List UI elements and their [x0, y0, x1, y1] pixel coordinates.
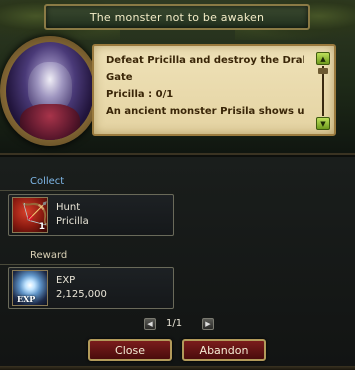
description-line: Pricilla : 0/1: [106, 89, 174, 100]
collect-item[interactable]: 🏹 1 Hunt Pricilla: [8, 194, 174, 236]
scroll-down-arrow-icon[interactable]: ▼: [316, 117, 330, 130]
monster-portrait-icon: [6, 42, 94, 140]
frame-bottom-edge: [0, 366, 355, 370]
collect-item-text: Hunt Pricilla: [56, 201, 89, 229]
exp-icon-label: EXP: [17, 294, 36, 304]
title-bar: The monster not to be awaken: [44, 4, 310, 30]
quest-details-panel: Collect 🏹 1 Hunt Pricilla Reward EXP EXP…: [0, 157, 355, 370]
next-page-arrow-icon[interactable]: ▶: [202, 318, 214, 330]
scroll-up-arrow-icon[interactable]: ▲: [316, 52, 330, 65]
description-line: An ancient monster Prisila shows up at: [106, 106, 304, 117]
prev-page-arrow-icon[interactable]: ◀: [144, 318, 156, 330]
exp-icon: EXP: [12, 270, 48, 306]
pager: ◀ 1/1 ▶: [0, 318, 355, 332]
description-scrollbar[interactable]: ▲ ▼: [316, 52, 330, 130]
quest-banner: The monster not to be awaken Defeat Pric…: [0, 0, 355, 155]
collect-item-target: Pricilla: [56, 216, 89, 227]
reward-item-text: EXP 2,125,000: [56, 274, 107, 302]
close-button[interactable]: Close: [88, 339, 172, 361]
description-line: Defeat Pricilla and destroy the Draki: [106, 55, 304, 66]
reward-item-type: EXP: [56, 275, 76, 286]
abandon-button[interactable]: Abandon: [182, 339, 266, 361]
hunt-icon: 🏹 1: [12, 197, 48, 233]
collect-item-type: Hunt: [56, 202, 81, 213]
portrait-frame: [0, 36, 100, 146]
reward-label: Reward: [30, 250, 68, 261]
collect-label: Collect: [30, 176, 65, 187]
portrait-body: [20, 104, 80, 140]
reward-section-header: Reward: [0, 247, 100, 265]
page-indicator: 1/1: [166, 318, 183, 329]
reward-item-amount: 2,125,000: [56, 289, 107, 300]
description-line: Gate: [106, 72, 133, 83]
collect-section-header: Collect: [0, 173, 100, 191]
scroll-thumb[interactable]: [318, 68, 328, 74]
reward-item[interactable]: EXP EXP 2,125,000: [8, 267, 174, 309]
quest-description: Defeat Pricilla and destroy the Draki Ga…: [92, 44, 336, 136]
quest-title: The monster not to be awaken: [89, 10, 265, 24]
hunt-count: 1: [38, 222, 45, 232]
